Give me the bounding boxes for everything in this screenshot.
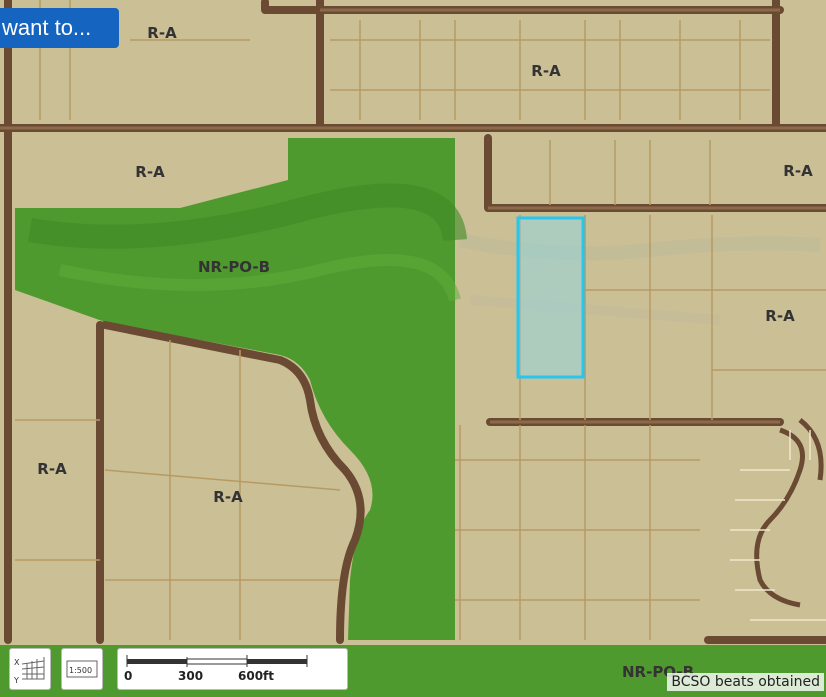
selected-parcel[interactable] [516, 216, 585, 379]
i-want-to-button[interactable]: want to... [0, 8, 119, 48]
zone-label-ra: R-A [37, 460, 67, 478]
xy-grid-icon: X Y [13, 657, 45, 685]
scale-ruler-icon: 1:500 [66, 660, 98, 678]
svg-text:Y: Y [13, 676, 19, 685]
scale-bar-graphic [126, 655, 308, 667]
scale-tick-0: 0 [124, 669, 133, 683]
zone-label-nr-po-b: NR-PO-B [198, 258, 270, 276]
coordinate-tool-button[interactable]: X Y [9, 648, 51, 690]
zone-label-ra: R-A [765, 307, 795, 325]
scale-tick-600ft: 600ft [238, 669, 275, 683]
zone-label-ra: R-A [531, 62, 561, 80]
zone-label-ra: R-A [135, 163, 165, 181]
zone-label-ra: R-A [147, 24, 177, 42]
zone-label-ra: R-A [783, 162, 813, 180]
scale-tick-300: 300 [178, 669, 204, 683]
scale-tool-button[interactable]: 1:500 [61, 648, 103, 690]
scale-bar: 0 300 600ft [117, 648, 348, 690]
attribution-text: BCSO beats obtained [667, 673, 824, 691]
zone-label-ra: R-A [213, 488, 243, 506]
map-canvas[interactable]: R-A R-A R-A R-A R-A R-A R-A NR-PO-B NR-P… [0, 0, 826, 697]
svg-text:X: X [14, 658, 20, 667]
svg-text:1:500: 1:500 [69, 666, 92, 675]
